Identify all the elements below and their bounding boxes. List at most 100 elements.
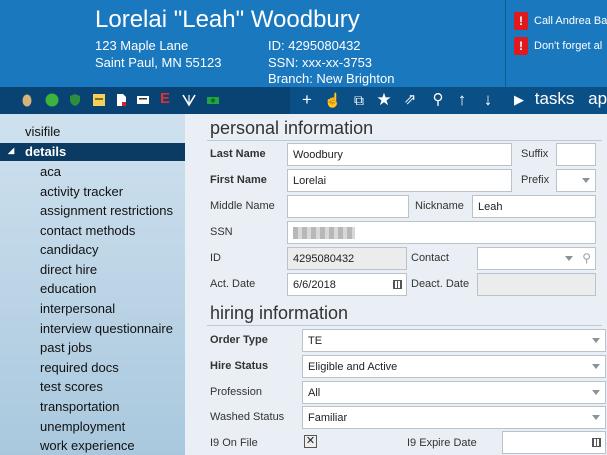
search-icon[interactable]: ⚲	[428, 90, 448, 110]
i9-on-file-checkbox[interactable]: ✕	[304, 435, 317, 448]
tasks-menu[interactable]: ▶ tasks ap	[514, 89, 607, 109]
candidate-id: ID: 4295080432	[268, 38, 361, 53]
candidate-name: Lorelai "Leah" Woodbury	[95, 6, 360, 33]
arrow-down-icon[interactable]: ↓	[478, 90, 498, 110]
deact-date-label: Deact. Date	[411, 278, 470, 290]
sidebar-item-candidacy[interactable]: candidacy	[40, 242, 99, 257]
hire-status-label: Hire Status	[210, 360, 269, 372]
i9-on-file-label: I9 On File	[210, 437, 258, 449]
nickname-field[interactable]: Leah	[472, 195, 596, 218]
next-menu-label[interactable]: ap	[588, 89, 607, 108]
suffix-label: Suffix	[521, 148, 549, 160]
status-icons-bar: E	[0, 87, 290, 114]
sidebar-item-aca[interactable]: aca	[40, 164, 61, 179]
shield-icon[interactable]	[68, 93, 82, 107]
expand-triangle-icon: ◢	[8, 146, 15, 155]
document-stamp-icon[interactable]	[92, 93, 106, 107]
address-line-2: Saint Paul, MN 55123	[95, 55, 222, 70]
first-name-label: First Name	[210, 174, 267, 186]
section-divider	[207, 325, 602, 326]
alert-text: Call Andrea Ba	[534, 15, 607, 27]
search-icon: ⚲	[582, 251, 591, 265]
sidebar-item-transportation[interactable]: transportation	[40, 399, 120, 414]
chevron-down-icon	[592, 338, 600, 343]
candidate-ssn: SSN: xxx-xx-3753	[268, 55, 373, 70]
hire-status-select[interactable]: Eligible and Active	[302, 355, 606, 378]
puzzle-icon[interactable]: ⧉	[349, 90, 369, 110]
sidebar-item-contact-methods[interactable]: contact methods	[40, 223, 135, 238]
play-icon: ▶	[514, 92, 524, 107]
sidebar-item-details[interactable]: ◢ details	[0, 143, 200, 161]
act-date-field[interactable]: 6/6/2018	[287, 273, 407, 296]
egg-icon[interactable]	[20, 93, 34, 107]
chevron-down-icon	[582, 178, 590, 183]
file-icon[interactable]	[114, 93, 128, 107]
sidebar-item-activity-tracker[interactable]: activity tracker	[40, 184, 123, 199]
money-icon[interactable]	[206, 93, 220, 107]
calendar-icon[interactable]	[393, 280, 402, 289]
sidebar-item-interpersonal[interactable]: interpersonal	[40, 301, 115, 316]
alerts-panel: ! Call Andrea Ba ! Don't forget al	[505, 0, 607, 87]
middle-name-field[interactable]	[287, 195, 409, 218]
section-title-personal: personal information	[210, 118, 374, 138]
id-field: 4295080432	[287, 247, 407, 270]
sidebar-item-direct-hire[interactable]: direct hire	[40, 262, 97, 277]
star-icon[interactable]: ★	[374, 90, 394, 110]
id-label: ID	[210, 252, 221, 264]
nickname-label: Nickname	[415, 200, 464, 212]
first-name-field[interactable]: Lorelai	[287, 169, 512, 192]
sidebar: visifile ◢ details aca activity tracker …	[0, 114, 200, 455]
external-link-icon[interactable]: ⇗	[400, 90, 420, 110]
alert-item[interactable]: ! Don't forget al	[514, 36, 602, 56]
record-header: Lorelai "Leah" Woodbury 123 Maple Lane S…	[0, 0, 607, 87]
ssn-field[interactable]	[287, 221, 596, 244]
prefix-label: Prefix	[521, 174, 550, 186]
alert-text: Don't forget al	[534, 40, 603, 52]
green-status-icon[interactable]	[45, 93, 59, 107]
i9-expire-date-field[interactable]	[502, 431, 606, 454]
washed-status-select[interactable]: Familiar	[302, 406, 606, 429]
sidebar-item-assignment-restrictions[interactable]: assignment restrictions	[40, 203, 173, 218]
sidebar-item-past-jobs[interactable]: past jobs	[40, 340, 92, 355]
chevron-down-icon	[565, 256, 573, 261]
chevron-down-icon	[592, 390, 600, 395]
calendar-icon[interactable]	[592, 438, 601, 447]
e-verify-icon[interactable]: E	[160, 90, 174, 107]
hand-pointer-icon[interactable]: ☝	[323, 90, 343, 110]
sidebar-item-test-scores[interactable]: test scores	[40, 379, 103, 394]
sidebar-item-required-docs[interactable]: required docs	[40, 360, 119, 375]
last-name-field[interactable]: Woodbury	[287, 143, 512, 166]
sidebar-item-interview-questionnaire[interactable]: interview questionnaire	[40, 321, 173, 336]
contact-label: Contact	[411, 252, 449, 264]
tasks-label: tasks	[534, 89, 575, 108]
profession-select[interactable]: All	[302, 381, 606, 404]
sidebar-item-education[interactable]: education	[40, 281, 96, 296]
alert-icon: !	[514, 12, 528, 30]
section-divider	[207, 140, 602, 141]
sidebar-item-work-experience[interactable]: work experience	[40, 438, 135, 453]
arrow-up-icon[interactable]: ↑	[452, 90, 472, 110]
details-panel: personal information Last Name Woodbury …	[185, 114, 607, 455]
contact-lookup[interactable]: ⚲	[477, 247, 596, 270]
suffix-field[interactable]	[556, 143, 596, 166]
deact-date-field	[477, 273, 596, 296]
washed-status-label: Washed Status	[210, 411, 285, 423]
i9-expire-date-label: I9 Expire Date	[407, 437, 477, 449]
add-icon[interactable]: +	[297, 90, 317, 110]
prefix-select[interactable]	[556, 169, 596, 192]
chevron-down-icon	[592, 364, 600, 369]
section-title-hiring: hiring information	[210, 303, 349, 323]
sidebar-item-visifile[interactable]: visifile	[25, 124, 60, 139]
id-card-icon[interactable]	[136, 93, 150, 107]
address-line-1: 123 Maple Lane	[95, 38, 189, 53]
ssn-masked-value	[293, 227, 355, 239]
order-type-select[interactable]: TE	[302, 329, 606, 352]
ssn-label: SSN	[210, 226, 233, 238]
sidebar-item-unemployment[interactable]: unemployment	[40, 419, 125, 434]
alert-item[interactable]: ! Call Andrea Ba	[514, 11, 607, 31]
medical-icon[interactable]	[182, 93, 196, 107]
candidate-branch: Branch: New Brighton	[268, 71, 395, 86]
last-name-label: Last Name	[210, 148, 266, 160]
chevron-down-icon	[592, 415, 600, 420]
toolbar: E + ☝ ⧉ ★ ⇗ ⚲ ↑ ↓ ▶ tasks ap	[0, 87, 607, 114]
